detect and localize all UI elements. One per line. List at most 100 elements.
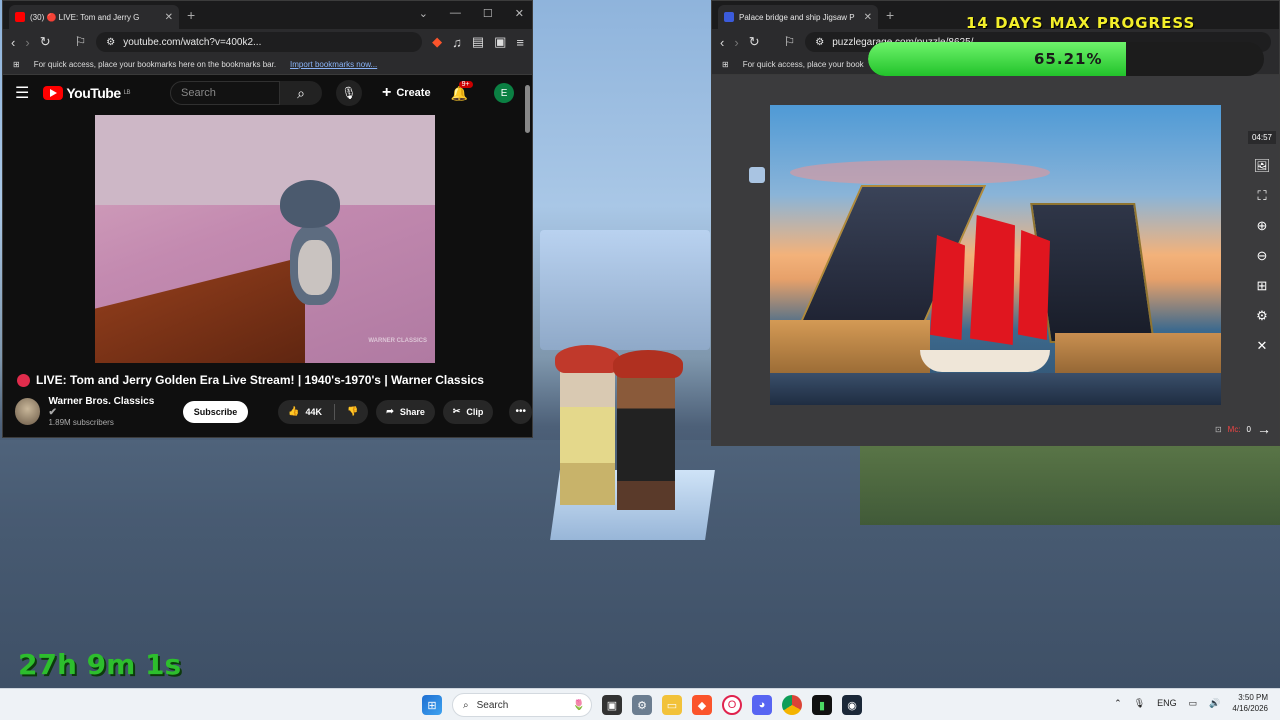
channel-avatar[interactable]: [15, 398, 41, 425]
subscriber-count: 1.89M subscribers: [48, 418, 114, 427]
subscribe-button[interactable]: Subscribe: [182, 400, 249, 423]
tab-close-icon-right[interactable]: ✕: [864, 12, 872, 23]
character-left: [560, 365, 615, 505]
settings-icon[interactable]: ⚙: [632, 695, 652, 715]
tray-overflow-icon[interactable]: ⌃: [1114, 698, 1122, 709]
import-bookmarks-link[interactable]: Import bookmarks now...: [290, 60, 377, 69]
windows-start-icon[interactable]: ⊞: [422, 695, 442, 715]
apps-grid-icon[interactable]: ⊞: [13, 60, 20, 69]
puzzle-toolbar: 04:57 🖼 ⛶ ⊕ ⊖ ⊞ ⚙ ✕: [1245, 131, 1279, 354]
back-icon[interactable]: ‹: [11, 35, 15, 50]
hamburger-menu-icon[interactable]: ☰: [15, 83, 29, 103]
youtube-search-input[interactable]: Search: [170, 81, 280, 105]
site-info-icon[interactable]: ⚙: [106, 37, 115, 48]
forward-icon[interactable]: ›: [25, 35, 29, 50]
reload-icon[interactable]: ↻: [40, 34, 51, 50]
video-title: LIVE: Tom and Jerry Golden Era Live Stre…: [17, 373, 484, 387]
tab-close-icon[interactable]: ✕: [165, 12, 173, 23]
taskbar-search-label: Search: [476, 699, 509, 711]
microphone-tray-icon[interactable]: 🎙: [1134, 698, 1145, 709]
dislike-icon[interactable]: 👎: [347, 406, 358, 417]
page-scrollbar[interactable]: [525, 85, 530, 133]
verified-icon: ✔: [48, 407, 57, 418]
bookmark-icon-right[interactable]: ⚐: [784, 34, 796, 50]
zoom-in-icon[interactable]: ⊕: [1257, 218, 1268, 234]
taskbar: ⊞ ⌕ Search 🌷 ▣ ⚙ ▭ ◆ O ◕ ▮ ◉ ⌃ 🎙 ENG ▭ 🔊…: [0, 688, 1280, 720]
steam-icon[interactable]: ◉: [842, 695, 862, 715]
language-indicator[interactable]: ENG: [1157, 698, 1177, 708]
video-player[interactable]: WARNER CLASSICS: [95, 115, 435, 363]
extensions-icon[interactable]: ♫: [452, 35, 462, 50]
network-icon[interactable]: ▭: [1189, 698, 1198, 709]
puzzle-clouds: [790, 160, 1050, 185]
site-info-icon-right[interactable]: ⚙: [815, 37, 824, 48]
opera-browser-icon[interactable]: O: [722, 695, 742, 715]
new-tab-button[interactable]: +: [187, 7, 195, 23]
ship-hull: [920, 350, 1050, 372]
clock[interactable]: 3:50 PM 4/16/2026: [1232, 692, 1268, 714]
youtube-logo-country: LB: [123, 90, 131, 96]
like-count[interactable]: 44K: [306, 407, 323, 417]
taskbar-apps: ⊞ ⌕ Search 🌷 ▣ ⚙ ▭ ◆ O ◕ ▮ ◉: [422, 693, 862, 717]
terminal-icon[interactable]: ▮: [812, 695, 832, 715]
create-button[interactable]: + Create: [382, 84, 431, 102]
tulips-icon: 🌷: [572, 699, 585, 711]
forward-icon-right[interactable]: ›: [734, 35, 738, 50]
close-puzzle-icon[interactable]: ✕: [1257, 338, 1268, 354]
next-arrow-icon[interactable]: →: [1257, 421, 1271, 437]
account-avatar[interactable]: E: [494, 83, 515, 103]
task-view-icon[interactable]: ▣: [602, 695, 622, 715]
menu-icon[interactable]: ≡: [516, 35, 524, 50]
apps-grid-icon-right[interactable]: ⊞: [722, 60, 729, 69]
scissors-icon: ✂: [452, 406, 461, 416]
notifications-bell-icon[interactable]: 🔔 9+: [451, 80, 473, 102]
channel-info: Warner Bros. Classics ✔ 1.89M subscriber…: [48, 396, 158, 427]
brave-shield-icon[interactable]: ◆: [432, 34, 442, 50]
fullscreen-icon[interactable]: ⛶: [1257, 188, 1266, 204]
new-tab-button-right[interactable]: +: [886, 7, 894, 23]
search-icon[interactable]: ⌕: [280, 81, 322, 105]
tab-title: (30) 🔴 LIVE: Tom and Jerry G: [30, 12, 140, 22]
sidebar-icon[interactable]: ▤: [472, 34, 484, 50]
youtube-logo[interactable]: YouTube LB: [43, 85, 131, 101]
sort-pieces-icon[interactable]: ⊞: [1257, 278, 1268, 294]
bridge-pier-left: [770, 320, 930, 375]
discord-icon[interactable]: ◕: [752, 695, 772, 715]
tab-title-right: Palace bridge and ship Jigsaw P: [739, 12, 855, 22]
settings-gear-icon[interactable]: ⚙: [1256, 308, 1268, 324]
wallet-icon[interactable]: ▣: [494, 34, 506, 50]
loose-puzzle-piece[interactable]: [749, 167, 765, 183]
reload-icon-right[interactable]: ↻: [749, 34, 760, 50]
system-tray: ⌃ 🎙 ENG ▭ 🔊 3:50 PM 4/16/2026: [1114, 692, 1268, 714]
channel-name-text: Warner Bros. Classics: [48, 396, 155, 407]
taskbar-search[interactable]: ⌕ Search 🌷: [452, 693, 592, 717]
chrome-icon[interactable]: [782, 695, 802, 715]
share-button[interactable]: ➦ Share: [376, 399, 435, 424]
tab-search-icon[interactable]: ⌄: [419, 7, 428, 20]
puzzle-board[interactable]: [770, 105, 1221, 405]
brave-browser-icon[interactable]: ◆: [692, 695, 712, 715]
bookmark-icon[interactable]: ⚐: [75, 34, 87, 50]
back-icon-right[interactable]: ‹: [720, 35, 724, 50]
like-icon[interactable]: 👍: [288, 406, 299, 417]
more-actions-icon[interactable]: •••: [509, 399, 532, 424]
tab-puzzle[interactable]: Palace bridge and ship Jigsaw P ✕: [718, 5, 878, 29]
nav-bar: ‹ › ↻ ⚐ ⚙ youtube.com/watch?v=400k2... ◆…: [3, 29, 532, 55]
tab-youtube[interactable]: (30) 🔴 LIVE: Tom and Jerry G ✕: [9, 5, 179, 29]
volume-icon[interactable]: 🔊: [1209, 698, 1220, 709]
minimize-button[interactable]: —: [450, 7, 461, 20]
clip-button[interactable]: ✂ Clip: [442, 399, 494, 424]
maximize-button[interactable]: ☐: [483, 7, 493, 20]
moves-value: 0: [1246, 424, 1251, 434]
puzzle-water: [770, 373, 1221, 405]
close-window-button[interactable]: ✕: [515, 7, 524, 20]
bookmarks-bar: ⊞ For quick access, place your bookmarks…: [3, 55, 532, 75]
preview-image-icon[interactable]: 🖼: [1254, 158, 1271, 174]
youtube-logo-text: YouTube: [66, 85, 121, 101]
zoom-out-icon[interactable]: ⊖: [1257, 248, 1268, 264]
microphone-icon[interactable]: 🎙: [336, 80, 362, 106]
ship-sail: [970, 215, 1015, 345]
channel-name[interactable]: Warner Bros. Classics ✔: [48, 396, 158, 418]
address-bar[interactable]: ⚙ youtube.com/watch?v=400k2...: [96, 32, 423, 52]
file-explorer-icon[interactable]: ▭: [662, 695, 682, 715]
